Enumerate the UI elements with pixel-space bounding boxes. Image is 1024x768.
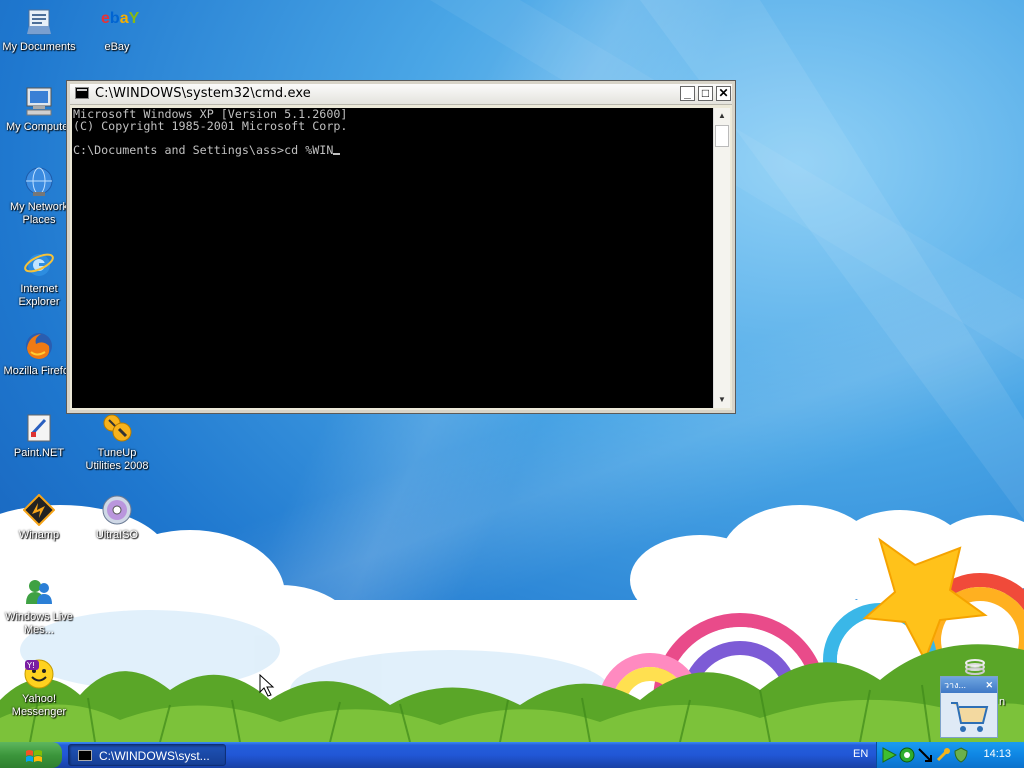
floating-widget[interactable]: วาง... ✕ <box>940 676 998 738</box>
antivirus-icon[interactable] <box>899 747 915 763</box>
desktop-icon-ebay[interactable]: ebaY eBay <box>79 6 155 54</box>
desktop-icon-ultraiso[interactable]: UltraISO <box>79 494 155 542</box>
desktop-icon-tuneup-utilities[interactable]: TuneUp Utilities 2008 <box>79 412 155 473</box>
ebay-icon: ebaY <box>101 10 140 27</box>
desktop-icon-my-documents[interactable]: My Documents <box>1 6 77 54</box>
mouse-pointer-icon <box>259 674 275 697</box>
text-cursor <box>333 153 341 155</box>
icon-label: UltraISO <box>95 529 139 541</box>
start-button[interactable] <box>0 742 62 768</box>
paint-net-icon <box>23 412 55 444</box>
system-tray: 14:13 <box>876 742 1024 768</box>
my-computer-icon <box>23 86 55 118</box>
shield-icon[interactable] <box>953 747 969 763</box>
windows-flag-icon <box>26 750 42 762</box>
console-prompt-line: C:\Documents and Settings\ass>cd %WIN <box>73 143 334 157</box>
yahoo-messenger-icon: Y! <box>23 658 55 690</box>
scroll-up-arrow-icon[interactable]: ▲ <box>714 108 730 124</box>
network-places-icon <box>23 166 55 198</box>
language-indicator[interactable]: EN <box>853 748 868 760</box>
internet-explorer-icon <box>23 248 55 280</box>
ultraiso-icon <box>101 494 133 526</box>
cmd-window[interactable]: C:\WINDOWS\system32\cmd.exe _ □ ✕ Micros… <box>66 80 736 414</box>
scroll-thumb[interactable] <box>715 125 729 147</box>
maximize-button[interactable]: □ <box>698 86 713 101</box>
console-icon <box>78 750 92 761</box>
desktop-icon-winamp[interactable]: Winamp <box>1 493 77 542</box>
icon-label: My Documents <box>2 41 76 53</box>
desktop-icon-windows-live-messenger[interactable]: Windows Live Mes... <box>1 576 77 637</box>
icon-label: Paint.NET <box>13 447 65 459</box>
icon-label: Yahoo! Messenger <box>11 693 67 718</box>
play-icon[interactable] <box>881 747 897 763</box>
icon-label: eBay <box>104 41 130 53</box>
desktop-icon-paint-net[interactable]: Paint.NET <box>1 412 77 460</box>
desktop-icon-yahoo-messenger[interactable]: Y! Yahoo! Messenger <box>1 658 77 719</box>
widget-title-bar[interactable]: วาง... ✕ <box>941 677 997 693</box>
title-bar[interactable]: C:\WINDOWS\system32\cmd.exe _ □ ✕ <box>70 84 732 105</box>
window-title: C:\WINDOWS\system32\cmd.exe <box>95 86 311 101</box>
icon-label: Windows Live Mes... <box>5 611 73 636</box>
tools-icon[interactable] <box>935 747 951 763</box>
windows-live-messenger-icon <box>23 576 55 608</box>
widget-close-button[interactable]: ✕ <box>985 677 993 693</box>
network-arrow-icon[interactable] <box>917 747 933 763</box>
tuneup-icon <box>101 412 133 444</box>
taskbar-button-cmd[interactable]: C:\WINDOWS\syst... <box>68 744 226 766</box>
taskbar: C:\WINDOWS\syst... EN 14:13 <box>0 742 1024 768</box>
spring-icon <box>965 659 985 675</box>
my-documents-icon <box>23 6 55 38</box>
console-icon <box>75 87 89 99</box>
console-line: (C) Copyright 1985-2001 Microsoft Corp. <box>73 119 348 133</box>
widget-title: วาง... <box>944 680 967 690</box>
icon-label: Winamp <box>18 529 60 541</box>
console-output[interactable]: Microsoft Windows XP [Version 5.1.2600] … <box>72 108 713 408</box>
taskbar-button-label: C:\WINDOWS\syst... <box>99 749 210 763</box>
winamp-icon <box>22 493 56 527</box>
icon-label: TuneUp Utilities 2008 <box>85 447 149 472</box>
shopping-cart-icon <box>951 702 989 732</box>
close-button[interactable]: ✕ <box>716 86 731 101</box>
minimize-button[interactable]: _ <box>680 86 695 101</box>
widget-side-text: n <box>999 696 1006 708</box>
scroll-down-arrow-icon[interactable]: ▼ <box>714 392 730 408</box>
svg-text:Y!: Y! <box>26 661 35 670</box>
vertical-scrollbar[interactable]: ▲ ▼ <box>713 108 730 408</box>
clock[interactable]: 14:13 <box>983 748 1011 760</box>
firefox-icon <box>23 330 55 362</box>
